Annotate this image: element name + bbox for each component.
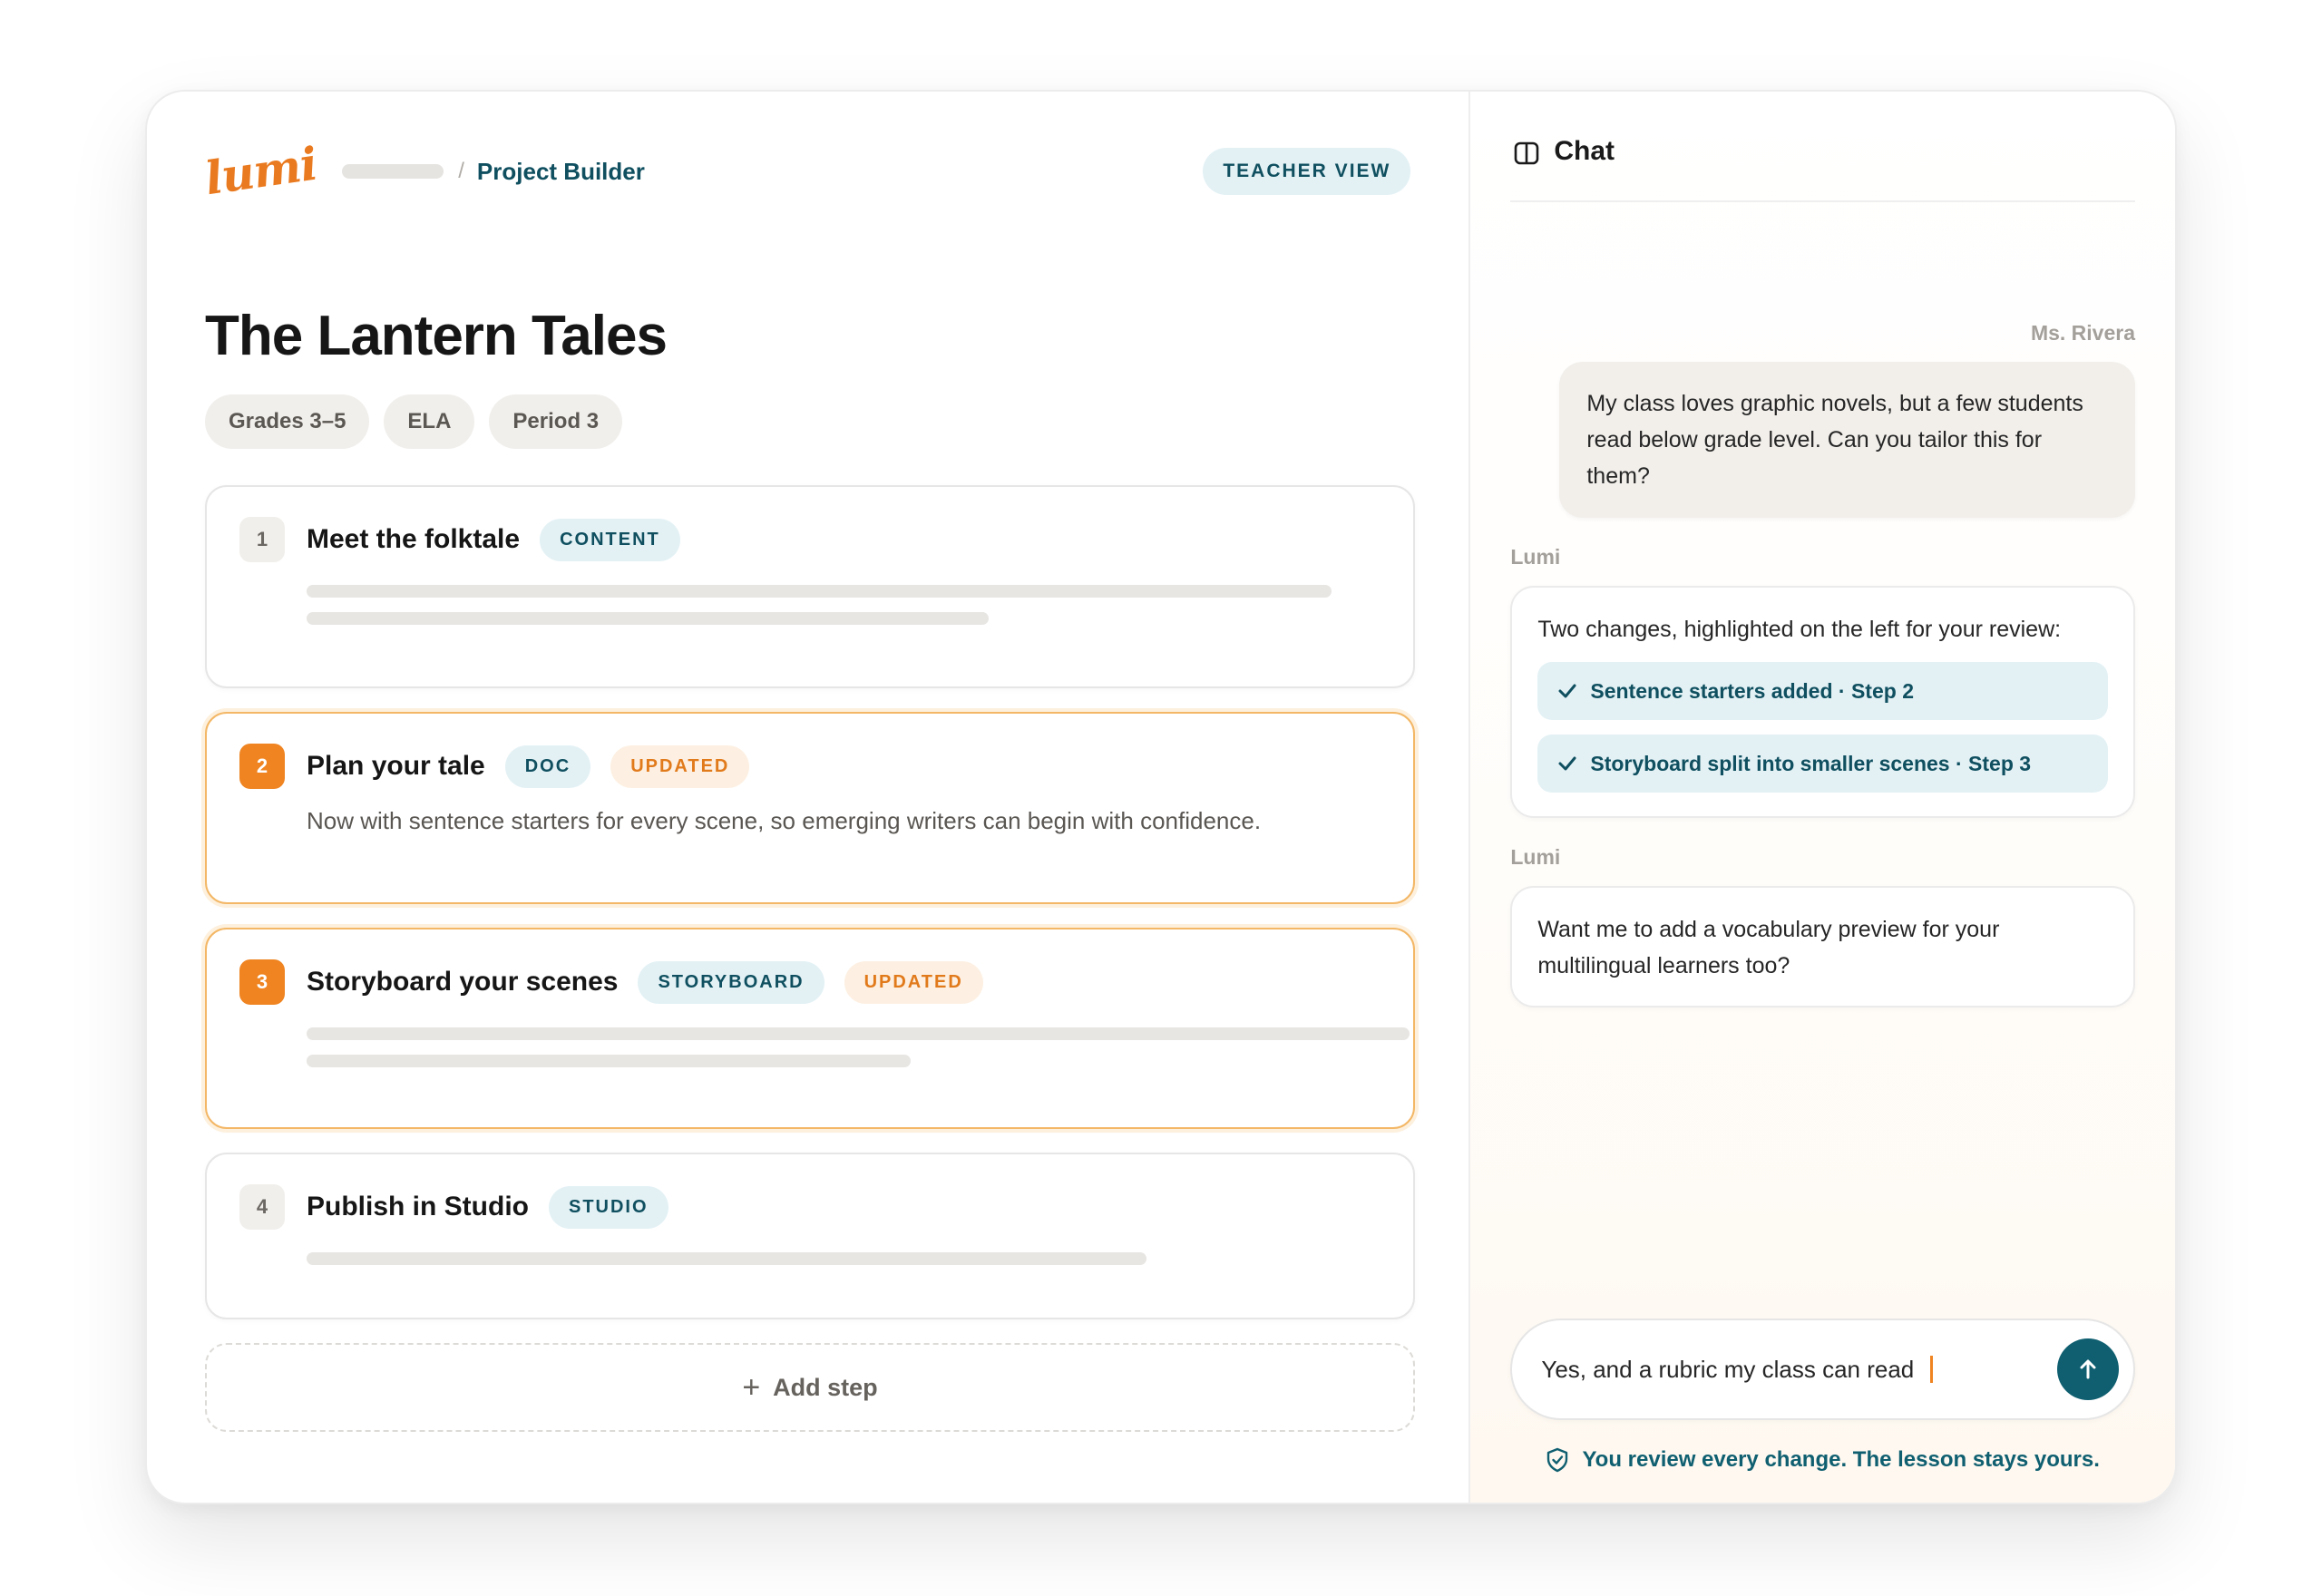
sender-name: Lumi [1510, 545, 1561, 569]
step-type-badge: CONTENT [540, 518, 680, 561]
step-number: 4 [239, 1184, 285, 1230]
review-notice: You review every change. The lesson stay… [1510, 1447, 2135, 1473]
change-item-step-3[interactable]: Storyboard split into smaller scenes · S… [1537, 735, 2108, 793]
step-card-1[interactable]: 1 Meet the folktale CONTENT [205, 485, 1415, 688]
message-input-value: Yes, and a rubric my class can read [1541, 1355, 1915, 1383]
arrow-up-icon [2080, 1359, 2096, 1379]
step-number: 3 [239, 959, 285, 1005]
step-card-2[interactable]: 2 Plan your tale DOC UPDATED Now with se… [205, 712, 1415, 904]
change-label: Sentence starters added · Step 2 [1590, 678, 1914, 703]
teacher-view-badge: TEACHER VIEW [1203, 148, 1411, 195]
step-title: Plan your tale [307, 751, 485, 781]
step-content-placeholder [307, 585, 1381, 625]
chat-panel: Chat Ms. Rivera My class loves graphic n… [1468, 92, 2175, 1503]
change-item-step-2[interactable]: Sentence starters added · Step 2 [1537, 662, 2108, 720]
lumi-logo[interactable]: lumi [201, 137, 319, 206]
shield-check-icon [1547, 1447, 1568, 1473]
assistant-message-text: Two changes, highlighted on the left for… [1537, 617, 2062, 642]
add-step-button[interactable]: + Add step [205, 1343, 1415, 1432]
add-step-label: Add step [773, 1373, 878, 1401]
step-type-badge: STORYBOARD [638, 960, 824, 1004]
step-type-badge: STUDIO [548, 1185, 668, 1229]
step-title: Storyboard your scenes [307, 967, 619, 997]
step-list: 1 Meet the folktale CONTENT 2 Plan your … [205, 485, 1415, 1432]
check-icon [1558, 756, 1576, 771]
review-notice-text: You review every change. The lesson stay… [1582, 1447, 2100, 1472]
tag-subject: ELA [384, 394, 475, 449]
step-card-3[interactable]: 3 Storyboard your scenes STORYBOARD UPDA… [205, 928, 1415, 1129]
change-label: Storyboard split into smaller scenes · S… [1590, 751, 2032, 775]
top-bar: lumi / Project Builder TEACHER VIEW [201, 137, 1411, 206]
breadcrumb-separator: / [458, 159, 464, 183]
message-input[interactable]: Yes, and a rubric my class can read [1510, 1319, 2135, 1420]
step-description: Now with sentence starters for every sce… [307, 807, 1262, 834]
project-builder-panel: lumi / Project Builder TEACHER VIEW The … [147, 92, 1468, 1503]
step-number: 2 [239, 744, 285, 789]
updated-badge: UPDATED [610, 744, 750, 788]
app-window: lumi / Project Builder TEACHER VIEW The … [145, 90, 2177, 1504]
assistant-message: Want me to add a vocabulary preview for … [1510, 886, 2135, 1007]
step-card-4[interactable]: 4 Publish in Studio STUDIO [205, 1153, 1415, 1319]
breadcrumb-current: Project Builder [476, 157, 645, 185]
text-caret [1930, 1356, 1934, 1383]
step-title: Meet the folktale [307, 524, 521, 554]
step-type-badge: DOC [504, 744, 591, 788]
updated-badge: UPDATED [844, 960, 983, 1004]
check-icon [1558, 684, 1576, 698]
chat-header: Chat [1510, 92, 2135, 202]
user-message: My class loves graphic novels, but a few… [1559, 362, 2135, 518]
send-button[interactable] [2057, 1338, 2119, 1400]
plus-icon: + [742, 1369, 761, 1405]
chat-title: Chat [1554, 136, 1615, 166]
breadcrumb-placeholder[interactable] [342, 164, 444, 179]
step-number: 1 [239, 517, 285, 562]
tag-period: Period 3 [489, 394, 623, 449]
sender-name: Lumi [1510, 845, 1561, 869]
step-title: Publish in Studio [307, 1192, 529, 1221]
step-content-placeholder [307, 1027, 1410, 1067]
assistant-message: Two changes, highlighted on the left for… [1510, 586, 2135, 818]
sidebar-panel-icon[interactable] [1514, 141, 1539, 166]
sender-name: Ms. Rivera [2030, 321, 2135, 345]
tag-grades: Grades 3–5 [205, 394, 370, 449]
step-content-placeholder [307, 1252, 1381, 1265]
page-title: The Lantern Tales [205, 305, 668, 367]
project-tags: Grades 3–5 ELA Period 3 [205, 394, 623, 449]
